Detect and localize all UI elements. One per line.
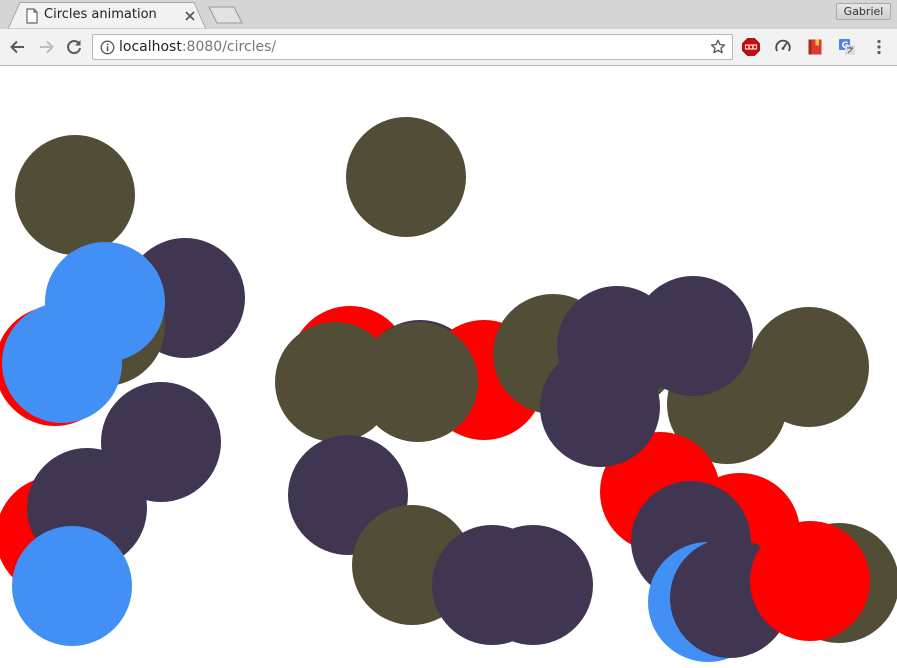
- chrome-menu-button[interactable]: [870, 38, 888, 56]
- blue-circle: [12, 526, 132, 646]
- close-tab-icon[interactable]: [182, 8, 198, 24]
- olive-circle: [358, 322, 478, 442]
- page-content: [0, 66, 897, 668]
- purple-circle: [432, 525, 552, 645]
- forward-arrow-icon: [40, 40, 54, 54]
- info-icon[interactable]: [100, 40, 115, 55]
- tab-title: Circles animation: [44, 7, 157, 22]
- toolbar: localhost:8080/circles/: [0, 29, 897, 66]
- translate-icon[interactable]: G: [838, 38, 856, 56]
- olive-circle: [346, 117, 466, 237]
- profile-button[interactable]: Gabriel: [836, 3, 891, 20]
- circles-canvas: [0, 117, 897, 662]
- adblock-plus-icon[interactable]: [742, 38, 760, 56]
- reload-button[interactable]: [64, 37, 84, 57]
- page-icon: [25, 8, 39, 24]
- browser-window: Circles animation Gabriel localhost:8080…: [0, 0, 897, 668]
- url-text: localhost:8080/circles/: [119, 39, 276, 55]
- speed-gauge-icon[interactable]: [774, 38, 792, 56]
- url-path: :8080/circles/: [181, 39, 277, 55]
- bookmark-star-icon[interactable]: [710, 39, 726, 55]
- purple-circle: [540, 347, 660, 467]
- olive-circle: [749, 307, 869, 427]
- address-bar[interactable]: localhost:8080/circles/: [92, 34, 733, 60]
- tab-strip: Circles animation Gabriel: [0, 0, 897, 29]
- url-host: localhost: [119, 39, 182, 55]
- new-tab-button[interactable]: [208, 6, 244, 24]
- back-button[interactable]: [8, 37, 28, 57]
- tab-circles-animation[interactable]: Circles animation: [8, 2, 206, 29]
- more-vert-icon: [877, 39, 881, 55]
- forward-button[interactable]: [36, 37, 56, 57]
- olive-circle: [15, 135, 135, 255]
- red-circle: [750, 521, 870, 641]
- reload-icon: [67, 40, 81, 55]
- back-arrow-icon: [10, 40, 24, 54]
- blue-circle: [45, 242, 165, 362]
- bookmark-book-icon[interactable]: [806, 38, 824, 56]
